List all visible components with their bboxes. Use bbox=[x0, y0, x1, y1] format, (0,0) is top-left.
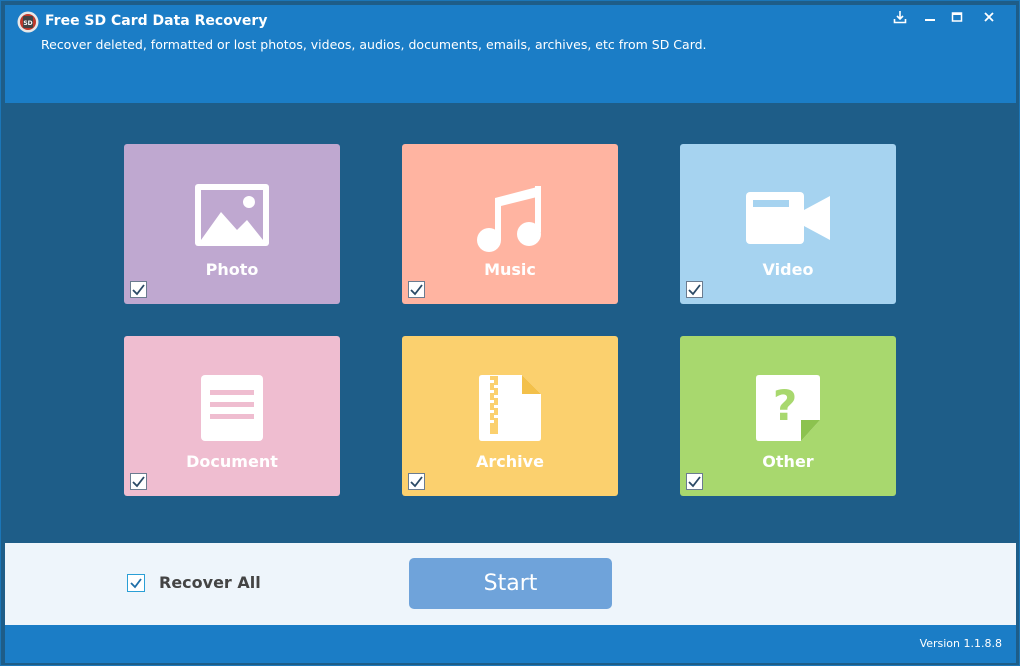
header: SD Free SD Card Data Recovery Recover de… bbox=[5, 5, 1016, 103]
category-tile-archive[interactable]: Archive bbox=[402, 336, 618, 496]
minimize-button[interactable] bbox=[917, 7, 943, 27]
checkbox-music[interactable] bbox=[408, 281, 425, 298]
checkmark-icon bbox=[688, 284, 701, 296]
recover-all-label: Recover All bbox=[159, 573, 261, 592]
category-tile-other[interactable]: ? Other bbox=[680, 336, 896, 496]
checkbox-document[interactable] bbox=[130, 473, 147, 490]
app-logo-icon: SD bbox=[17, 11, 39, 33]
category-grid: Photo Music Video Document Archive ? Oth… bbox=[5, 103, 1016, 543]
status-bar: Version 1.1.8.8 bbox=[5, 625, 1016, 663]
action-bar: Recover All Start bbox=[5, 543, 1016, 625]
category-label-photo: Photo bbox=[205, 260, 259, 279]
recover-all-option[interactable]: Recover All bbox=[127, 573, 261, 592]
checkbox-photo[interactable] bbox=[130, 281, 147, 298]
recover-all-checkbox[interactable] bbox=[127, 573, 145, 592]
download-icon bbox=[893, 11, 907, 24]
version-label: Version 1.1.8.8 bbox=[919, 637, 1002, 650]
app-title: Free SD Card Data Recovery bbox=[45, 13, 268, 29]
download-button[interactable] bbox=[887, 7, 913, 27]
checkmark-icon bbox=[130, 577, 142, 588]
archive-icon bbox=[479, 375, 541, 441]
other-icon: ? bbox=[756, 375, 820, 441]
checkbox-other[interactable] bbox=[686, 473, 703, 490]
close-icon bbox=[984, 12, 994, 22]
checkmark-icon bbox=[132, 284, 145, 296]
svg-text:?: ? bbox=[773, 381, 797, 430]
start-button[interactable]: Start bbox=[409, 558, 612, 609]
video-icon bbox=[746, 192, 830, 244]
category-label-video: Video bbox=[762, 260, 814, 279]
checkmark-icon bbox=[410, 284, 423, 296]
svg-text:SD: SD bbox=[23, 20, 32, 27]
maximize-icon bbox=[951, 12, 963, 22]
category-tile-photo[interactable]: Photo bbox=[124, 144, 340, 304]
document-icon bbox=[201, 375, 263, 441]
checkmark-icon bbox=[410, 476, 423, 488]
category-tile-music[interactable]: Music bbox=[402, 144, 618, 304]
category-label-music: Music bbox=[484, 260, 536, 279]
app-subtitle: Recover deleted, formatted or lost photo… bbox=[41, 37, 707, 52]
category-tile-document[interactable]: Document bbox=[124, 336, 340, 496]
photo-icon bbox=[195, 184, 269, 246]
app-window: SD Free SD Card Data Recovery Recover de… bbox=[0, 0, 1020, 666]
category-label-other: Other bbox=[762, 452, 814, 471]
close-button[interactable] bbox=[976, 7, 1002, 27]
minimize-icon bbox=[925, 19, 935, 21]
music-icon bbox=[477, 186, 541, 252]
checkmark-icon bbox=[688, 476, 701, 488]
checkmark-icon bbox=[132, 476, 145, 488]
category-label-archive: Archive bbox=[476, 452, 544, 471]
checkbox-video[interactable] bbox=[686, 281, 703, 298]
category-tile-video[interactable]: Video bbox=[680, 144, 896, 304]
checkbox-archive[interactable] bbox=[408, 473, 425, 490]
maximize-button[interactable] bbox=[944, 7, 970, 27]
category-label-document: Document bbox=[186, 452, 278, 471]
